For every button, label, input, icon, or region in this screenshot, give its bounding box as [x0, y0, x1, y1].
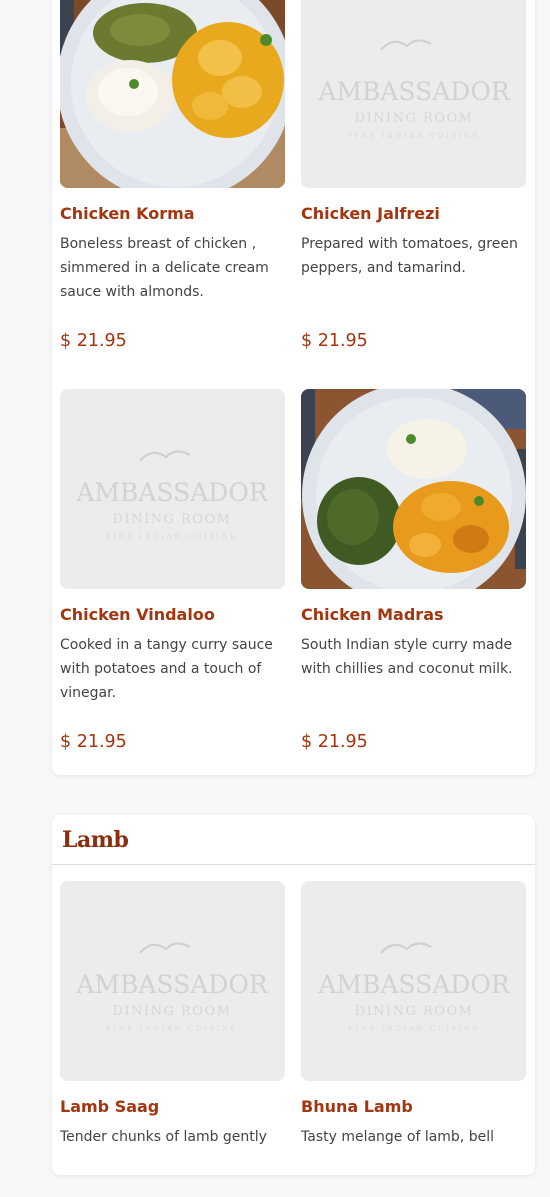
- logo-line3: FINE INDIAN CUISINE: [348, 1025, 480, 1033]
- item-name: Chicken Korma: [60, 204, 195, 223]
- chicken-menu-card: Chicken Korma Boneless breast of chicken…: [52, 0, 535, 775]
- item-price: $ 21.95: [60, 732, 127, 752]
- placeholder-logo-image[interactable]: AMBASSADOR DINING ROOM FINE INDIAN CUISI…: [60, 389, 285, 589]
- logo-line3: FINE INDIAN CUISINE: [106, 533, 238, 541]
- logo-line2: DINING ROOM: [355, 111, 474, 126]
- placeholder-logo-image[interactable]: AMBASSADOR DINING ROOM FINE INDIAN CUISI…: [301, 881, 526, 1081]
- item-description: Boneless breast of chicken , simmered in…: [60, 236, 269, 300]
- menu-item-chicken-korma[interactable]: Chicken Korma Boneless breast of chicken…: [60, 0, 285, 304]
- menu-item-bhuna-lamb[interactable]: AMBASSADOR DINING ROOM FINE INDIAN CUISI…: [301, 881, 527, 1197]
- item-description: Tasty melange of lamb, bell: [301, 1129, 494, 1145]
- dish-photo[interactable]: [60, 0, 285, 188]
- lamb-menu-card: Lamb AMBASSADOR DINING ROOM FINE INDIAN …: [52, 815, 535, 1175]
- logo-line3: FINE INDIAN CUISINE: [348, 132, 480, 140]
- logo-line2: DINING ROOM: [355, 1004, 474, 1019]
- item-description: South Indian style curry made with chill…: [301, 637, 513, 677]
- dish-photo[interactable]: [301, 389, 526, 589]
- item-name: Lamb Saag: [60, 1097, 160, 1116]
- logo-line2: DINING ROOM: [113, 512, 232, 527]
- item-description: Cooked in a tangy curry sauce with potat…: [60, 637, 273, 701]
- item-price: $ 21.95: [60, 331, 127, 351]
- item-description: Tender chunks of lamb gently: [60, 1129, 267, 1145]
- logo-line1: AMBASSADOR: [317, 970, 510, 999]
- logo-line1: AMBASSADOR: [75, 478, 268, 507]
- menu-item-lamb-saag[interactable]: AMBASSADOR DINING ROOM FINE INDIAN CUISI…: [60, 881, 285, 1197]
- section-header: Lamb: [52, 815, 535, 865]
- section-title: Lamb: [62, 826, 129, 853]
- item-price: $ 21.95: [301, 732, 368, 752]
- logo-line1: AMBASSADOR: [75, 970, 268, 999]
- menu-item-chicken-madras[interactable]: Chicken Madras South Indian style curry …: [301, 389, 527, 705]
- menu-item-chicken-jalfrezi[interactable]: AMBASSADOR DINING ROOM FINE INDIAN CUISI…: [301, 0, 527, 304]
- placeholder-logo-image[interactable]: AMBASSADOR DINING ROOM FINE INDIAN CUISI…: [60, 881, 285, 1081]
- item-name: Chicken Vindaloo: [60, 605, 215, 624]
- placeholder-logo-image[interactable]: AMBASSADOR DINING ROOM FINE INDIAN CUISI…: [301, 0, 526, 188]
- logo-line1: AMBASSADOR: [317, 77, 510, 106]
- menu-item-chicken-vindaloo[interactable]: AMBASSADOR DINING ROOM FINE INDIAN CUISI…: [60, 389, 285, 705]
- item-description: Prepared with tomatoes, green peppers, a…: [301, 236, 518, 276]
- logo-line2: DINING ROOM: [113, 1004, 232, 1019]
- item-name: Chicken Madras: [301, 605, 444, 624]
- item-name: Chicken Jalfrezi: [301, 204, 440, 223]
- item-name: Bhuna Lamb: [301, 1097, 413, 1116]
- logo-line3: FINE INDIAN CUISINE: [106, 1025, 238, 1033]
- item-price: $ 21.95: [301, 331, 368, 351]
